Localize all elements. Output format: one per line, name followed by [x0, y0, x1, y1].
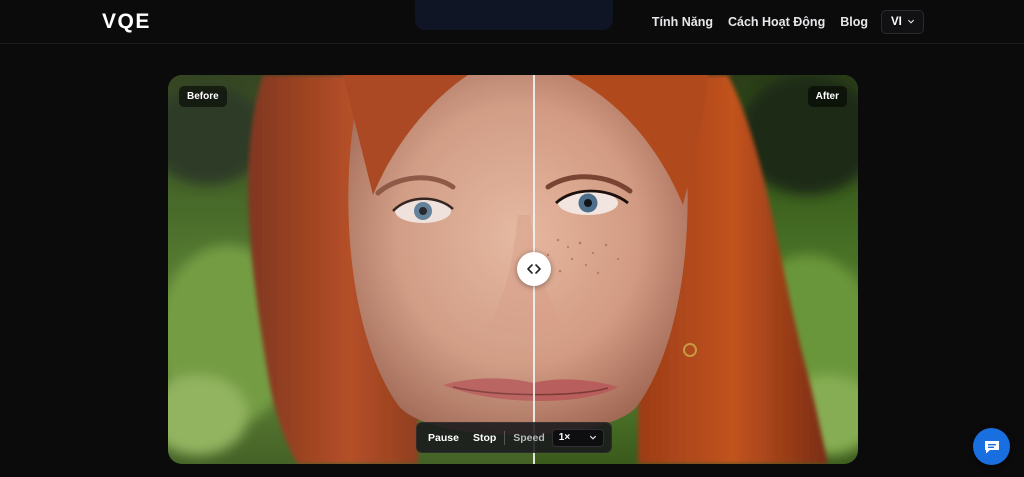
before-after-viewer[interactable]: Before After Pause Stop Speed 1× [168, 75, 858, 464]
top-navbar: VQE Tính Năng Cách Hoạt Động Blog VI [0, 0, 1024, 44]
controls-divider [504, 430, 506, 445]
main-nav: Tính Năng Cách Hoạt Động Blog [652, 15, 868, 29]
chat-button[interactable] [973, 428, 1010, 465]
chevrons-left-right-icon [527, 264, 541, 274]
chevron-down-icon [907, 19, 914, 24]
after-label: After [807, 86, 847, 107]
header-highlight [415, 0, 613, 30]
before-label: Before [179, 86, 227, 107]
speed-value: 1× [558, 432, 571, 443]
nav-link-how-it-works[interactable]: Cách Hoạt Động [728, 15, 825, 29]
chat-bubble-icon [984, 440, 999, 453]
nav-link-features[interactable]: Tính Năng [652, 15, 713, 29]
chevron-down-icon [589, 435, 596, 440]
stop-button[interactable]: Stop [473, 432, 496, 444]
language-selector[interactable]: VI [881, 10, 924, 34]
logo[interactable]: VQE [102, 11, 151, 32]
portrait-image [168, 75, 858, 464]
playback-controls: Pause Stop Speed 1× [416, 422, 612, 453]
nav-link-blog[interactable]: Blog [840, 15, 868, 29]
speed-select[interactable]: 1× [551, 428, 604, 447]
pause-button[interactable]: Pause [428, 432, 459, 444]
speed-label: Speed [513, 431, 545, 444]
language-code: VI [891, 16, 902, 28]
comparison-slider-handle[interactable] [517, 252, 551, 286]
